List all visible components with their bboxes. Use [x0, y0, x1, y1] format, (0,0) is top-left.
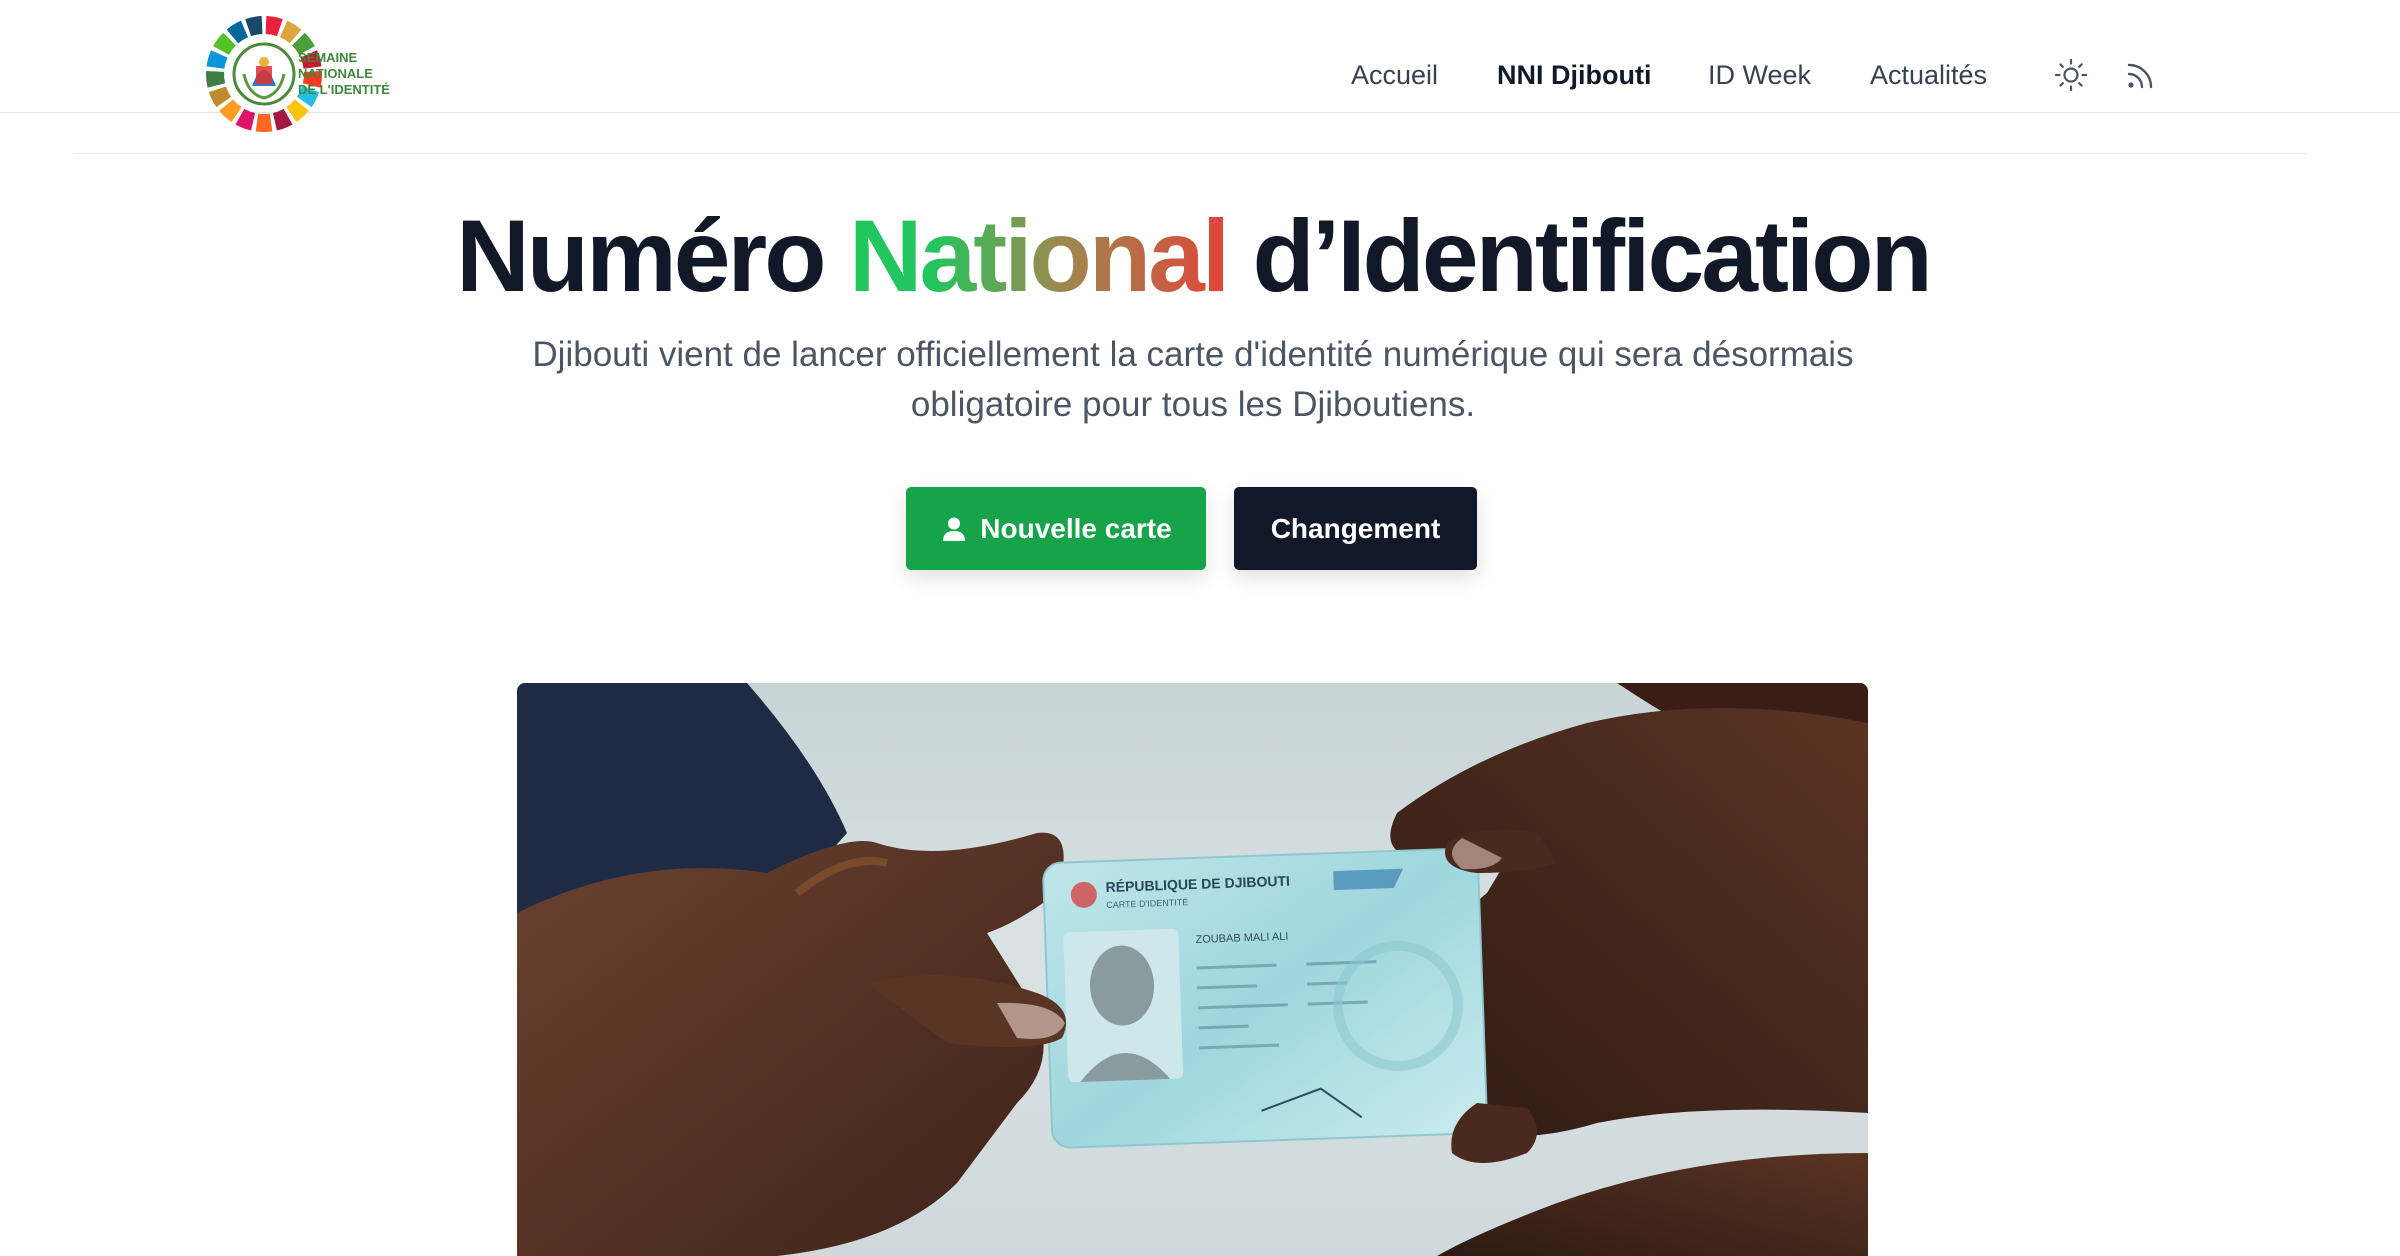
sun-icon[interactable]: [2052, 56, 2090, 94]
page-title: Numéro National d’Identification: [0, 196, 2386, 316]
change-button[interactable]: Changement: [1234, 487, 1477, 570]
site-logo[interactable]: SEMAINE NATIONALE DE L'IDENTITÉ: [204, 14, 394, 136]
logo-wheel-segment: [272, 108, 293, 131]
title-part: Numéro: [456, 199, 849, 313]
logo-line: SEMAINE: [298, 50, 358, 65]
hero-image: RÉPUBLIQUE DE DJIBOUTI CARTE D'IDENTITÉ …: [517, 683, 1868, 1256]
nav-item-id-week[interactable]: ID Week: [1708, 58, 1811, 92]
logo-wheel-segment: [206, 50, 228, 69]
user-icon: [943, 517, 966, 541]
title-part: d’Identification: [1227, 199, 1933, 313]
logo-line: DE L'IDENTITÉ: [298, 82, 390, 97]
logo-wheel-segment: [245, 16, 263, 37]
logo-wheel-segment: [235, 108, 256, 131]
logo-line: NATIONALE: [298, 66, 373, 81]
new-card-button[interactable]: Nouvelle carte: [906, 487, 1206, 570]
logo-text: SEMAINE NATIONALE DE L'IDENTITÉ: [298, 50, 408, 98]
hero-subtitle: Djibouti vient de lancer officiellement …: [532, 335, 1854, 424]
nav-item-actualites[interactable]: Actualités: [1870, 58, 1987, 92]
change-label: Changement: [1270, 512, 1441, 544]
logo-wheel-segment: [205, 70, 226, 88]
title-highlight: National: [848, 199, 1230, 313]
nav-item-accueil[interactable]: Accueil: [1351, 58, 1438, 92]
logo-wheel-segment: [255, 113, 273, 132]
logo-wheel-segment: [265, 16, 283, 37]
nav-item-nni-djibouti[interactable]: NNI Djibouti: [1497, 58, 1651, 92]
header-divider: [74, 153, 2306, 154]
rss-icon[interactable]: [2122, 56, 2160, 94]
new-card-label: Nouvelle carte: [980, 512, 1172, 544]
